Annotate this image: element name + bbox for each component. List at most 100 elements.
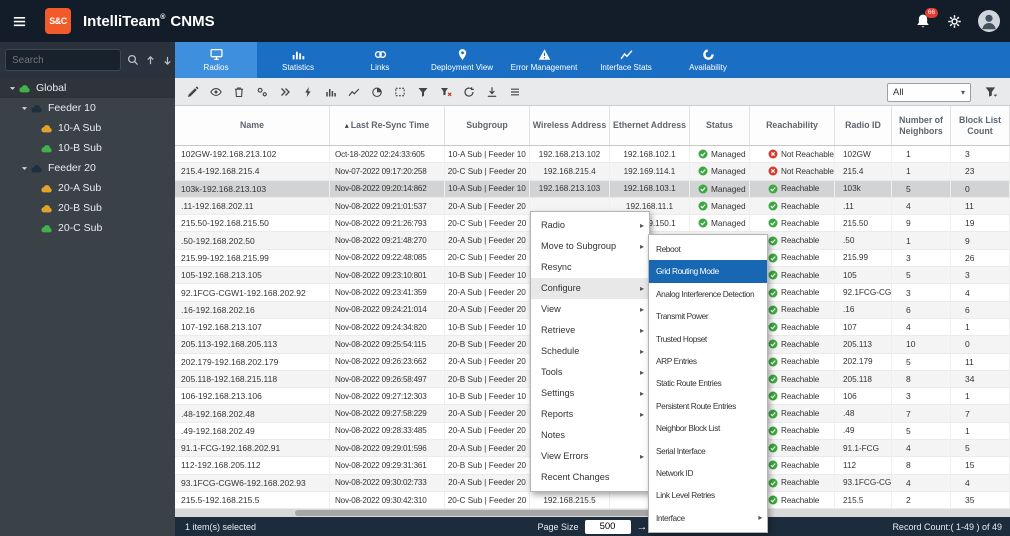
submenu-item-transmit-power[interactable]: Transmit Power	[649, 305, 767, 327]
search-input[interactable]	[5, 49, 121, 71]
filter-select[interactable]: All ▾	[887, 83, 971, 102]
menu-item-recent-changes[interactable]: Recent Changes	[531, 467, 649, 488]
tree-item-global[interactable]: Global	[0, 78, 175, 98]
menu-item-resync[interactable]: Resync	[531, 257, 649, 278]
tab-error-management[interactable]: Error Management	[503, 42, 585, 78]
submenu-item-grid-routing-mode[interactable]: Grid Routing Mode	[649, 260, 767, 282]
trend-chart-icon[interactable]	[344, 82, 363, 101]
bar-chart-icon[interactable]	[321, 82, 340, 101]
column-header-block[interactable]: Block List Count	[951, 106, 1010, 145]
column-header-ethernet[interactable]: Ethernet Address	[610, 106, 690, 145]
cell-name: .16-192.168.202.16	[175, 302, 330, 318]
submenu-item-persistent-route-entries[interactable]: Persistent Route Entries	[649, 395, 767, 417]
notifications-bell-icon[interactable]: 66	[915, 13, 931, 29]
view-icon[interactable]	[206, 82, 225, 101]
submenu-item-interface[interactable]: Interface▸	[649, 507, 767, 529]
column-filter-icon[interactable]	[981, 83, 1000, 102]
table-row[interactable]: 102GW-192.168.213.102Oct-18-2022 02:24:3…	[175, 146, 1010, 163]
delete-icon[interactable]	[229, 82, 248, 101]
quick-action-icon[interactable]	[298, 82, 317, 101]
menu-item-radio[interactable]: Radio▸	[531, 215, 649, 236]
actions-gears-icon[interactable]	[252, 82, 271, 101]
cell-ethernet: 192.168.102.1	[610, 146, 690, 162]
table-row[interactable]: 215.5-192.168.215.5Nov-08-2022 09:30:42:…	[175, 492, 1010, 509]
column-header-status[interactable]: Status	[690, 106, 750, 145]
menu-item-reports[interactable]: Reports▸	[531, 404, 649, 425]
column-header-resync[interactable]: ▴Last Re-Sync Time	[330, 106, 445, 145]
user-avatar[interactable]	[978, 10, 1000, 32]
tree-item-20-b-sub[interactable]: 20-B Sub	[0, 198, 175, 218]
caret-down-icon[interactable]	[6, 84, 18, 93]
submenu-arrow-icon: ▸	[640, 383, 644, 404]
page-size-control: Page Size →	[537, 520, 647, 534]
submenu-item-link-level-retries[interactable]: Link Level Retries	[649, 484, 767, 506]
menu-item-settings[interactable]: Settings▸	[531, 383, 649, 404]
tree-item-10-a-sub[interactable]: 10-A Sub	[0, 118, 175, 138]
page-size-input[interactable]	[585, 520, 631, 534]
expand-chevrons-icon[interactable]	[275, 82, 294, 101]
menu-item-tools[interactable]: Tools▸	[531, 362, 649, 383]
cloud-icon	[30, 102, 43, 115]
menu-item-view[interactable]: View▸	[531, 299, 649, 320]
status-bar: 1 item(s) selected Page Size → Record Co…	[175, 517, 1010, 536]
search-prev-icon[interactable]	[145, 55, 156, 66]
column-header-name[interactable]: Name	[175, 106, 330, 145]
column-header-neighbors[interactable]: Number of Neighbors	[892, 106, 951, 145]
cloud-icon	[30, 162, 43, 175]
menu-item-move-to-subgroup[interactable]: Move to Subgroup▸	[531, 236, 649, 257]
column-header-wireless[interactable]: Wireless Address	[530, 106, 610, 145]
column-header-subgroup[interactable]: Subgroup	[445, 106, 530, 145]
table-row[interactable]: 215.4-192.168.215.4Nov-07-2022 09:17:20:…	[175, 163, 1010, 180]
refresh-icon[interactable]	[459, 82, 478, 101]
columns-list-icon[interactable]	[505, 82, 524, 101]
cell-status: Managed	[690, 163, 750, 179]
tree-item-20-a-sub[interactable]: 20-A Sub	[0, 178, 175, 198]
tab-deployment-view[interactable]: Deployment View	[421, 42, 503, 78]
tab-availability[interactable]: Availability	[667, 42, 749, 78]
toolbar-icons	[183, 82, 524, 101]
table-row[interactable]: 103k-192.168.213.103Nov-08-2022 09:20:14…	[175, 181, 1010, 198]
edit-icon[interactable]	[183, 82, 202, 101]
context-submenu: RebootGrid Routing ModeAnalog Interferen…	[648, 234, 768, 533]
export-icon[interactable]	[482, 82, 501, 101]
horizontal-scrollbar[interactable]	[175, 509, 1010, 517]
settings-gear-icon[interactable]	[947, 14, 962, 29]
menu-item-notes[interactable]: Notes	[531, 425, 649, 446]
caret-down-icon[interactable]	[18, 104, 30, 113]
tree-item-20-c-sub[interactable]: 20-C Sub	[0, 218, 175, 238]
cell-resync: Oct-18-2022 02:24:33:605	[330, 146, 445, 162]
menu-item-configure[interactable]: Configure▸	[531, 278, 649, 299]
submenu-item-trusted-hopset[interactable]: Trusted Hopset	[649, 328, 767, 350]
submenu-item-network-id[interactable]: Network ID	[649, 462, 767, 484]
table-header: Name▴Last Re-Sync TimeSubgroupWireless A…	[175, 106, 1010, 146]
tree-item-10-b-sub[interactable]: 10-B Sub	[0, 138, 175, 158]
menu-item-retrieve[interactable]: Retrieve▸	[531, 320, 649, 341]
caret-down-icon[interactable]	[18, 164, 30, 173]
submenu-item-reboot[interactable]: Reboot	[649, 238, 767, 260]
tree-item-feeder-20[interactable]: Feeder 20	[0, 158, 175, 178]
clear-filter-icon[interactable]	[436, 82, 455, 101]
column-header-reach[interactable]: Reachability	[750, 106, 835, 145]
submenu-item-serial-interface[interactable]: Serial Interface	[649, 440, 767, 462]
menu-item-schedule[interactable]: Schedule▸	[531, 341, 649, 362]
search-next-icon[interactable]	[162, 55, 173, 66]
submenu-item-arp-entries[interactable]: ARP Entries	[649, 350, 767, 372]
arrow-right-icon[interactable]: →	[637, 521, 648, 533]
cell-subgroup: 20-A Sub | Feeder 20	[445, 440, 530, 456]
submenu-item-static-route-entries[interactable]: Static Route Entries	[649, 372, 767, 394]
filter-icon[interactable]	[413, 82, 432, 101]
menu-hamburger-icon[interactable]	[12, 14, 27, 29]
tab-statistics[interactable]: Statistics	[257, 42, 339, 78]
selection-box-icon[interactable]	[390, 82, 409, 101]
tab-links[interactable]: Links	[339, 42, 421, 78]
tab-radios[interactable]: Radios	[175, 42, 257, 78]
submenu-item-analog-interference-detection[interactable]: Analog Interference Detection	[649, 283, 767, 305]
submenu-item-neighbor-block-list[interactable]: Neighbor Block List	[649, 417, 767, 439]
menu-item-view-errors[interactable]: View Errors▸	[531, 446, 649, 467]
tab-interface-stats[interactable]: Interface Stats	[585, 42, 667, 78]
tree-item-feeder-10[interactable]: Feeder 10	[0, 98, 175, 118]
submenu-arrow-icon: ▸	[640, 299, 644, 320]
pie-chart-icon[interactable]	[367, 82, 386, 101]
column-header-radio_id[interactable]: Radio ID	[835, 106, 892, 145]
search-icon[interactable]	[127, 54, 139, 66]
